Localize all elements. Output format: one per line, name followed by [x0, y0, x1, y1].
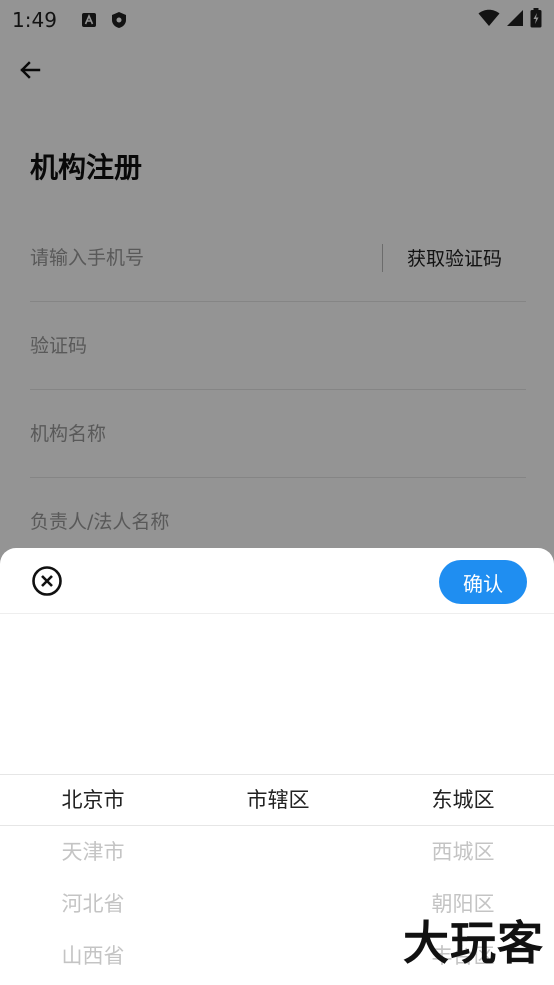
- city-column[interactable]: 市辖区: [218, 774, 338, 826]
- province-column[interactable]: 北京市 天津市 河北省 山西省: [33, 774, 153, 982]
- confirm-button[interactable]: 确认: [439, 560, 527, 604]
- close-circle-icon: [32, 566, 62, 596]
- region-picker-sheet: 确认 北京市 天津市 河北省 山西省 市辖区 东城区 西城区 朝阳区 丰台区 大…: [0, 548, 554, 985]
- district-item[interactable]: 东城区: [403, 774, 523, 826]
- district-item[interactable]: 西城区: [403, 826, 523, 878]
- sheet-header: 确认: [0, 548, 554, 614]
- province-item[interactable]: 天津市: [33, 826, 153, 878]
- province-item[interactable]: 河北省: [33, 878, 153, 930]
- watermark-logo: 大玩客: [403, 916, 544, 970]
- province-item[interactable]: 山西省: [33, 930, 153, 982]
- close-button[interactable]: [31, 565, 63, 597]
- city-item[interactable]: 市辖区: [218, 774, 338, 826]
- registration-screen: 1:49 机构注册 获取验证码: [0, 0, 554, 985]
- province-item[interactable]: 北京市: [33, 774, 153, 826]
